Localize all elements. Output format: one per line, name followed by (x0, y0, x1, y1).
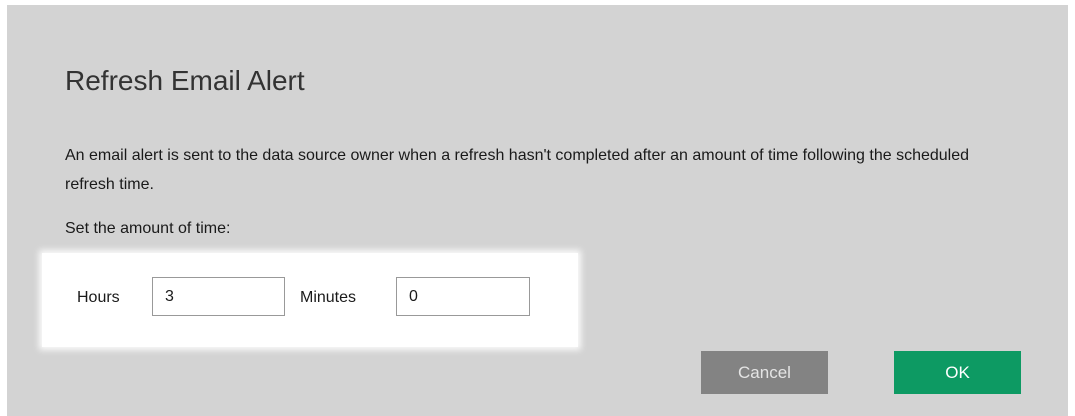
dialog-description: An email alert is sent to the data sourc… (65, 147, 970, 193)
ok-button[interactable]: OK (894, 351, 1021, 394)
time-prompt-label: Set the amount of time: (65, 220, 231, 237)
hours-label: Hours (77, 289, 120, 306)
time-input-group: Hours Minutes (42, 253, 578, 347)
hours-input[interactable] (152, 277, 285, 316)
dialog-title: Refresh Email Alert (65, 65, 305, 96)
minutes-label: Minutes (300, 289, 357, 306)
refresh-email-alert-dialog: Refresh Email Alert An email alert is se… (7, 5, 1068, 416)
minutes-input[interactable] (396, 277, 530, 316)
cancel-button[interactable]: Cancel (701, 351, 828, 394)
